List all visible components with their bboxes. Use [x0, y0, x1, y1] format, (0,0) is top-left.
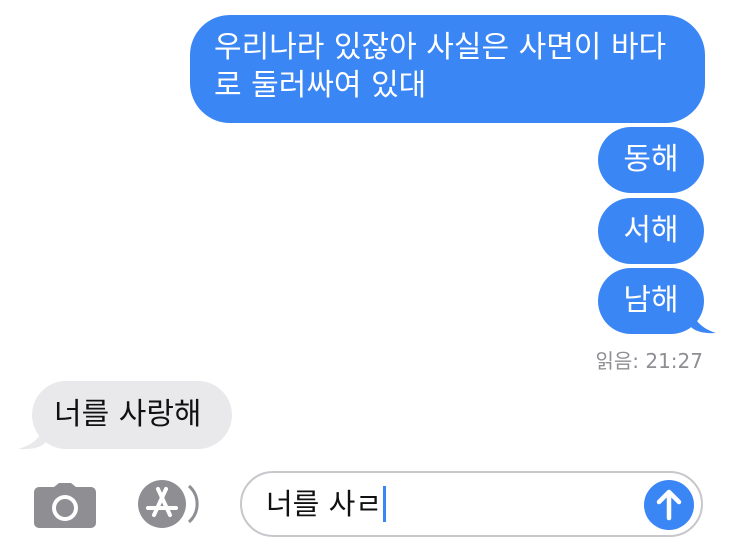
text-cursor [382, 486, 386, 522]
message-input-text[interactable]: 너를 사ㄹ [266, 473, 386, 535]
message-text: 너를 사랑해 [54, 397, 202, 432]
sent-message-bubble[interactable]: 동해 [598, 127, 704, 193]
message-input-field[interactable]: 너를 사ㄹ [240, 471, 703, 537]
app-store-button[interactable] [137, 479, 209, 529]
message-thread-screen: 우리나라 있잖아 사실은 사면이 바다 로 둘러싸여 있대 동해 서해 남해 읽… [0, 0, 735, 544]
message-input-value: 너를 사ㄹ [266, 487, 382, 521]
app-store-icon [138, 480, 199, 528]
send-button[interactable] [644, 480, 694, 530]
message-text: 동해 [623, 142, 679, 177]
received-message-bubble[interactable]: 너를 사랑해 [32, 381, 232, 449]
message-text: 남해 [623, 283, 679, 318]
read-receipt: 읽음: 21:27 [595, 349, 703, 373]
arrow-up-icon [656, 489, 682, 521]
camera-button[interactable] [34, 483, 96, 528]
message-text: 서해 [623, 213, 679, 248]
sent-message-bubble[interactable]: 서해 [598, 198, 704, 264]
sent-message-bubble[interactable]: 남해 [598, 268, 704, 334]
message-text-line: 로 둘러싸여 있대 [214, 68, 427, 103]
camera-icon [34, 483, 96, 528]
message-text-line: 우리나라 있잖아 사실은 사면이 바다 [214, 30, 667, 65]
sent-message-bubble[interactable]: 우리나라 있잖아 사실은 사면이 바다 로 둘러싸여 있대 [190, 15, 705, 123]
sent-bubble-tail [690, 304, 716, 334]
